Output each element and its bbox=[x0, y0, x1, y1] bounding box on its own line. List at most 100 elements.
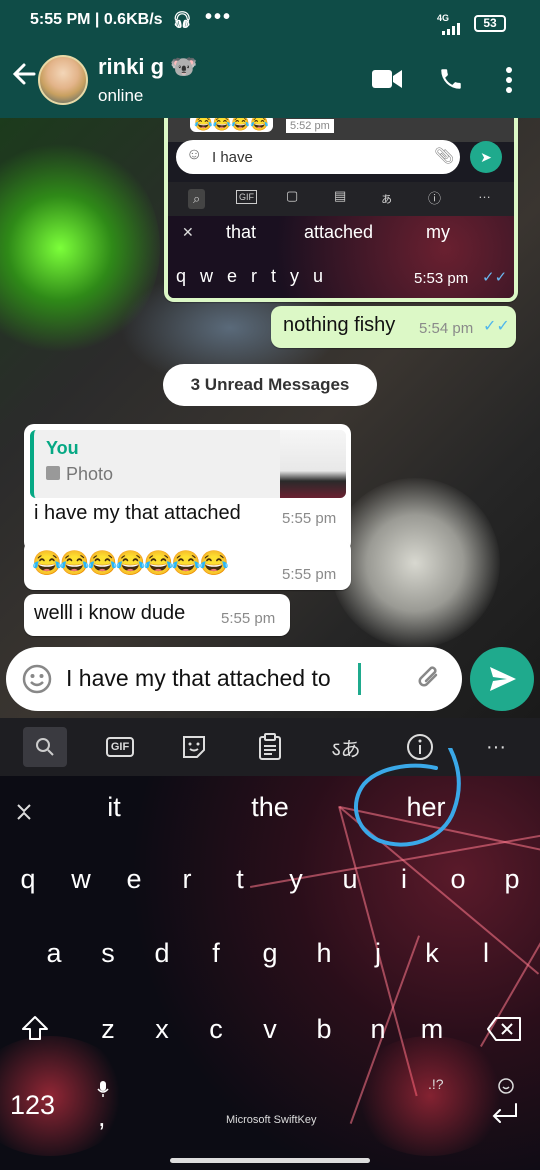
presence-status: online bbox=[98, 86, 144, 105]
menu-more-icon[interactable] bbox=[504, 66, 514, 94]
mini-input-text: I have bbox=[212, 149, 253, 166]
video-call-icon[interactable] bbox=[372, 68, 402, 90]
shift-icon bbox=[22, 1016, 48, 1040]
mini-send-icon: ➤ bbox=[470, 141, 502, 173]
annotation-circle bbox=[354, 748, 461, 847]
mini-key: w bbox=[200, 266, 214, 286]
key[interactable]: n bbox=[358, 1014, 398, 1045]
home-indicator[interactable] bbox=[170, 1158, 370, 1163]
mini-search-icon: ⌕ bbox=[188, 189, 206, 209]
screenshot-thumbnail[interactable]: 😂😂😂😂 5:52 pm ☺ I have 📎︎ ➤ ⌕ GIF ▢ ▤ ぁ ⓘ… bbox=[168, 118, 514, 298]
avatar[interactable] bbox=[38, 55, 88, 105]
collapse-suggestions-icon[interactable] bbox=[12, 800, 36, 824]
reply-thumbnail bbox=[280, 430, 346, 498]
mini-collapse-icon: ✕ bbox=[182, 224, 194, 240]
key[interactable]: c bbox=[196, 1014, 236, 1045]
bg-glow bbox=[350, 1036, 510, 1156]
headphones-icon: 🎧︎ bbox=[172, 12, 193, 29]
sticker-icon bbox=[183, 736, 205, 758]
key[interactable]: e bbox=[114, 864, 154, 895]
voice-call-icon[interactable] bbox=[438, 66, 464, 92]
microphone-icon[interactable] bbox=[96, 1080, 110, 1098]
message-time: 5:54 pm bbox=[419, 320, 474, 337]
key[interactable]: p bbox=[492, 864, 532, 895]
message-in[interactable]: 😂😂😂😂😂😂😂 5:55 pm bbox=[24, 540, 351, 590]
key[interactable]: l bbox=[466, 938, 506, 969]
suggestion-1[interactable]: it bbox=[74, 792, 154, 823]
message-time: 5:55 pm bbox=[282, 566, 337, 583]
key[interactable]: r bbox=[167, 864, 207, 895]
send-button[interactable] bbox=[470, 647, 534, 711]
message-time: 5:55 pm bbox=[221, 610, 276, 627]
key[interactable]: z bbox=[88, 1014, 128, 1045]
unread-banner: 3 Unread Messages bbox=[163, 364, 377, 406]
wallpaper-controller bbox=[330, 478, 500, 648]
clipboard-icon bbox=[259, 733, 281, 760]
key[interactable]: w bbox=[61, 864, 101, 895]
quoted-reply[interactable]: You Photo bbox=[30, 430, 346, 498]
mini-key: y bbox=[290, 266, 300, 286]
status-time: 5:55 PM | 0.6KB/s bbox=[30, 11, 163, 28]
emoji-key-icon[interactable] bbox=[498, 1078, 514, 1094]
key[interactable]: d bbox=[142, 938, 182, 969]
attach-icon[interactable] bbox=[414, 663, 444, 693]
key[interactable]: a bbox=[34, 938, 74, 969]
mini-suggestion-3: my bbox=[426, 222, 450, 242]
shift-key[interactable] bbox=[20, 1014, 50, 1042]
numbers-key[interactable]: 123 bbox=[10, 1090, 55, 1121]
key[interactable]: u bbox=[330, 864, 370, 895]
key[interactable]: y bbox=[276, 864, 316, 895]
contact-name[interactable]: rinki g 🐨 bbox=[98, 54, 198, 80]
kb-more-button[interactable]: ··· bbox=[468, 718, 524, 776]
backspace-key[interactable] bbox=[486, 1016, 522, 1042]
suggestion-2[interactable]: the bbox=[230, 792, 310, 823]
key[interactable]: s bbox=[88, 938, 128, 969]
kb-clipboard-button[interactable] bbox=[242, 718, 298, 776]
emoji-icon[interactable] bbox=[22, 664, 52, 694]
battery-icon: 53 bbox=[474, 15, 506, 32]
punctuation-key[interactable]: .!? bbox=[428, 1076, 444, 1092]
key[interactable]: g bbox=[250, 938, 290, 969]
key[interactable]: b bbox=[304, 1014, 344, 1045]
mini-info-icon: ⓘ bbox=[428, 191, 442, 206]
key[interactable]: k bbox=[412, 938, 452, 969]
read-ticks-icon: ✓✓ bbox=[483, 318, 510, 335]
key[interactable]: m bbox=[412, 1014, 452, 1045]
message-in[interactable]: welll i know dude 5:55 pm bbox=[24, 594, 290, 636]
key[interactable]: f bbox=[196, 938, 236, 969]
key[interactable]: h bbox=[304, 938, 344, 969]
text-cursor bbox=[358, 663, 361, 695]
key[interactable]: x bbox=[142, 1014, 182, 1045]
message-in-reply[interactable]: You Photo i have my that attached 5:55 p… bbox=[24, 424, 351, 552]
kb-search-button[interactable] bbox=[17, 718, 73, 776]
image-message[interactable]: 😂😂😂😂 5:52 pm ☺ I have 📎︎ ➤ ⌕ GIF ▢ ▤ ぁ ⓘ… bbox=[164, 118, 518, 302]
message-text: nothing fishy bbox=[283, 314, 396, 336]
key[interactable]: q bbox=[8, 864, 48, 895]
message-out[interactable]: nothing fishy 5:54 pm ✓✓ bbox=[271, 306, 516, 348]
back-arrow-icon[interactable] bbox=[10, 60, 38, 88]
message-time: 5:55 pm bbox=[282, 510, 337, 527]
chat-area[interactable]: 😂😂😂😂 5:52 pm ☺ I have 📎︎ ➤ ⌕ GIF ▢ ▤ ぁ ⓘ… bbox=[0, 118, 540, 718]
mini-emoji-time: 5:52 pm bbox=[286, 119, 334, 133]
message-text: i have my that attached bbox=[34, 502, 241, 524]
kb-sticker-button[interactable] bbox=[166, 718, 222, 776]
message-input-box[interactable]: I have my that attached to bbox=[6, 647, 462, 711]
key[interactable]: i bbox=[384, 864, 424, 895]
enter-key[interactable] bbox=[490, 1102, 520, 1126]
reply-author: You bbox=[46, 438, 79, 458]
key[interactable]: t bbox=[220, 864, 260, 895]
kb-gif-button[interactable]: GIF bbox=[92, 718, 148, 776]
message-input[interactable]: I have my that attached to bbox=[66, 665, 331, 692]
key[interactable]: j bbox=[358, 938, 398, 969]
mini-suggestion-2: attached bbox=[304, 222, 374, 242]
key[interactable]: o bbox=[438, 864, 478, 895]
spacebar-brand[interactable]: Microsoft SwiftKey bbox=[226, 1114, 316, 1126]
key[interactable]: v bbox=[250, 1014, 290, 1045]
comma-key[interactable]: , bbox=[98, 1102, 106, 1133]
signal-icon bbox=[440, 22, 466, 35]
battery-level: 53 bbox=[483, 16, 497, 30]
enter-icon bbox=[492, 1103, 517, 1123]
chat-header: rinki g 🐨 online bbox=[0, 42, 540, 118]
mini-suggestion-1: that bbox=[226, 222, 257, 242]
photo-icon bbox=[46, 466, 60, 480]
